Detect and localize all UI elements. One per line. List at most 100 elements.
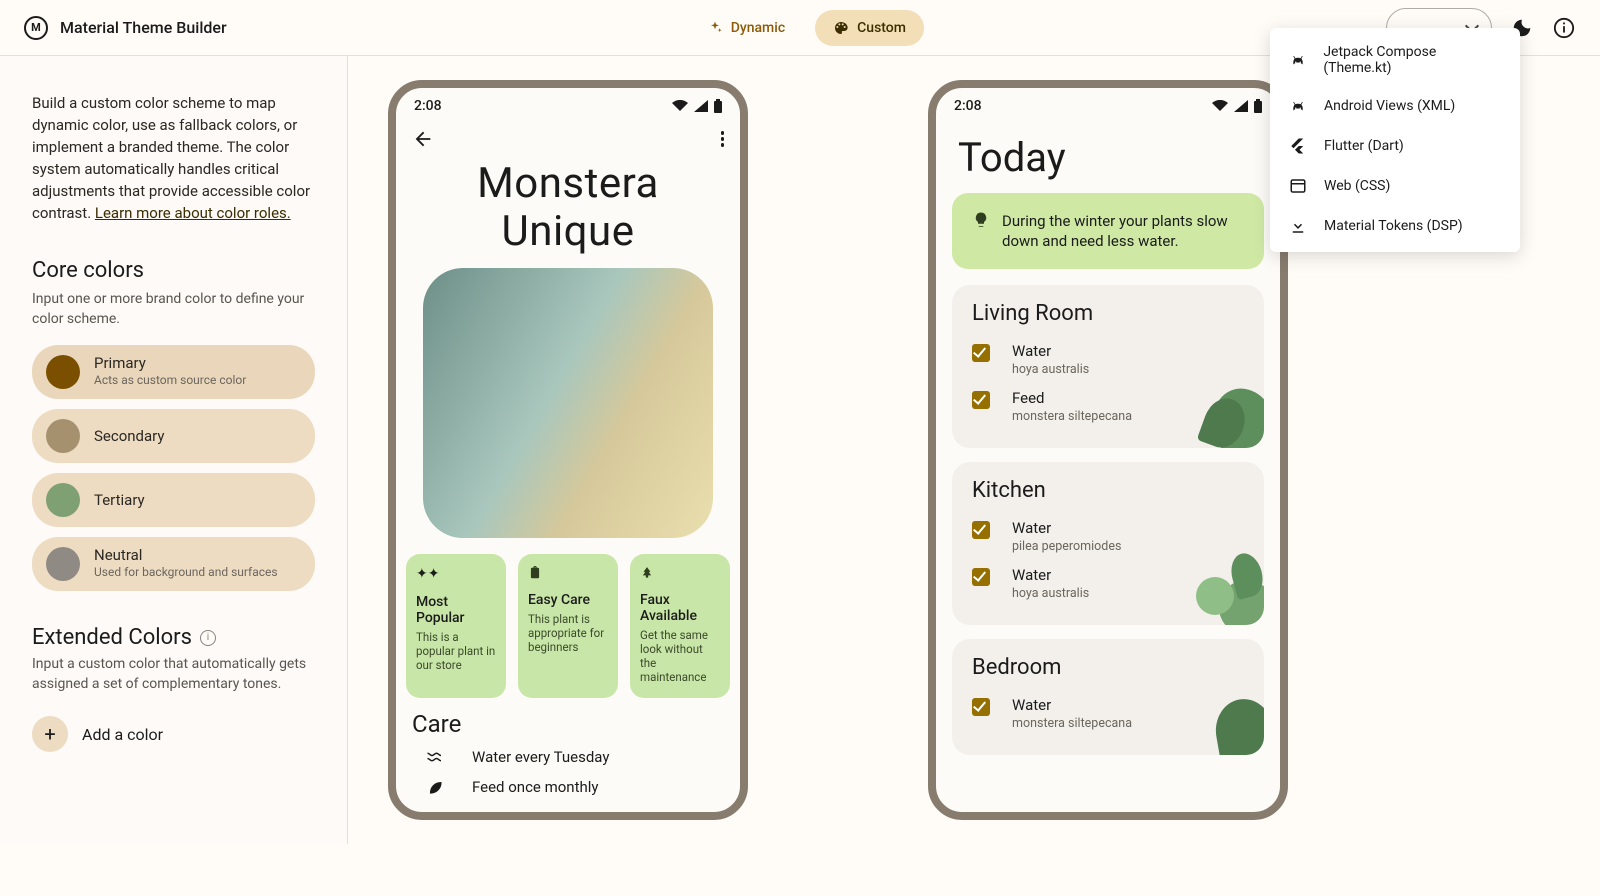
room-card-living-room: Living Room Water hoya australis Feed mo… (952, 285, 1264, 448)
extended-colors-sub: Input a custom color that automatically … (32, 654, 315, 694)
download-icon (1288, 216, 1308, 236)
app-title: Material Theme Builder (60, 18, 227, 37)
signal-icon (1234, 100, 1248, 112)
core-colors-heading: Core colors (32, 258, 315, 283)
color-chip-neutral[interactable]: Neutral Used for background and surfaces (32, 537, 315, 591)
checkbox-icon[interactable] (972, 521, 990, 539)
info-button[interactable] (1552, 16, 1576, 40)
care-row: Feed once monthly (396, 772, 740, 802)
card-title: Most Popular (416, 594, 496, 626)
info-icon[interactable]: i (200, 630, 216, 646)
swatch-secondary (46, 419, 80, 453)
menu-item-android-xml[interactable]: Android Views (XML) (1270, 86, 1520, 126)
waves-icon (426, 750, 444, 764)
chip-title: Primary (94, 355, 246, 372)
web-icon (1288, 176, 1308, 196)
battery-icon (714, 99, 722, 113)
care-label: Water every Tuesday (472, 748, 609, 766)
task-title: Feed (1012, 389, 1132, 407)
task-sub: hoya australis (1012, 362, 1089, 377)
flutter-icon (1288, 136, 1308, 156)
room-card-bedroom: Bedroom Water monstera siltepecana (952, 639, 1264, 755)
android-icon (1288, 96, 1308, 116)
chip-sub: Used for background and surfaces (94, 564, 278, 581)
color-chip-tertiary[interactable]: Tertiary (32, 473, 315, 527)
menu-item-compose[interactable]: Jetpack Compose (Theme.kt) (1270, 34, 1520, 86)
menu-item-label: Jetpack Compose (Theme.kt) (1323, 44, 1502, 76)
menu-item-web-css[interactable]: Web (CSS) (1270, 166, 1520, 206)
menu-item-label: Flutter (Dart) (1324, 138, 1404, 154)
topbar: M Material Theme Builder Dynamic Custom (0, 0, 1600, 56)
sparkle-icon (707, 20, 723, 36)
hero-image (423, 268, 713, 538)
menu-item-flutter[interactable]: Flutter (Dart) (1270, 126, 1520, 166)
status-time: 2:08 (954, 98, 982, 114)
preview-phone-detail: 2:08 MonsteraUnique ✦ (388, 80, 748, 820)
menu-item-tokens-dsp[interactable]: Material Tokens (DSP) (1270, 206, 1520, 246)
card-sub: This is a popular plant in our store (416, 630, 496, 672)
wifi-icon (672, 100, 688, 112)
add-color-label: Add a color (82, 725, 163, 744)
task-row[interactable]: Water hoya australis (972, 336, 1244, 383)
checkbox-icon[interactable] (972, 391, 990, 409)
leaf-icon (426, 778, 444, 796)
task-row[interactable]: Water pilea peperomiodes (972, 513, 1244, 560)
sidebar: Build a custom color scheme to map dynam… (0, 56, 348, 844)
status-icons (672, 99, 722, 113)
room-card-kitchen: Kitchen Water pilea peperomiodes Water h… (952, 462, 1264, 625)
room-title: Kitchen (972, 478, 1244, 503)
task-title: Water (1012, 566, 1089, 584)
tab-dynamic-label: Dynamic (731, 20, 785, 36)
swatch-tertiary (46, 483, 80, 517)
tip-card: During the winter your plants slow down … (952, 193, 1264, 269)
care-heading: Care (396, 698, 740, 742)
overflow-icon[interactable] (721, 131, 725, 147)
task-title: Water (1012, 696, 1132, 714)
color-chip-primary[interactable]: Primary Acts as custom source color (32, 345, 315, 399)
plant-decoration (1184, 378, 1264, 448)
feature-card: Faux Available Get the same look without… (630, 554, 730, 698)
card-title: Faux Available (640, 592, 720, 624)
card-sub: Get the same look without the maintenanc… (640, 628, 720, 684)
color-chip-secondary[interactable]: Secondary (32, 409, 315, 463)
lightbulb-icon (972, 211, 990, 251)
task-title: Water (1012, 519, 1121, 537)
core-colors-sub: Input one or more brand color to define … (32, 289, 315, 329)
checkbox-icon[interactable] (972, 698, 990, 716)
care-row: Water every Tuesday (396, 742, 740, 772)
hero-title: MonsteraUnique (396, 160, 740, 256)
task-title: Water (1012, 342, 1089, 360)
android-icon (1288, 50, 1307, 70)
care-label: Feed once monthly (472, 778, 599, 796)
status-icons (1212, 99, 1262, 113)
info-icon (1553, 17, 1575, 39)
wifi-icon (1212, 100, 1228, 112)
chip-title: Secondary (94, 428, 164, 445)
battery-icon (1254, 99, 1262, 113)
chip-sub: Acts as custom source color (94, 372, 246, 389)
plant-decoration (1184, 555, 1264, 625)
tree-icon (640, 566, 720, 580)
add-color-button[interactable]: + Add a color (32, 716, 315, 752)
task-sub: pilea peperomiodes (1012, 539, 1121, 554)
feature-card: Easy Care This plant is appropriate for … (518, 554, 618, 698)
learn-more-link[interactable]: Learn more about color roles. (95, 204, 291, 222)
tip-text: During the winter your plants slow down … (1002, 211, 1244, 251)
menu-item-label: Web (CSS) (1324, 178, 1390, 194)
intro-text: Build a custom color scheme to map dynam… (32, 92, 315, 224)
today-heading: Today (936, 124, 1280, 193)
task-sub: hoya australis (1012, 586, 1089, 601)
signal-icon (694, 100, 708, 112)
tab-custom-label: Custom (857, 20, 906, 36)
tab-custom[interactable]: Custom (815, 10, 924, 46)
plant-decoration (1184, 685, 1264, 755)
card-title: Easy Care (528, 592, 608, 608)
checkbox-icon[interactable] (972, 568, 990, 586)
palette-icon (833, 20, 849, 36)
back-icon[interactable] (412, 128, 434, 150)
checkbox-icon[interactable] (972, 344, 990, 362)
plus-icon: + (32, 716, 68, 752)
tab-dynamic[interactable]: Dynamic (689, 10, 803, 46)
room-title: Bedroom (972, 655, 1244, 680)
task-sub: monstera siltepecana (1012, 409, 1132, 424)
